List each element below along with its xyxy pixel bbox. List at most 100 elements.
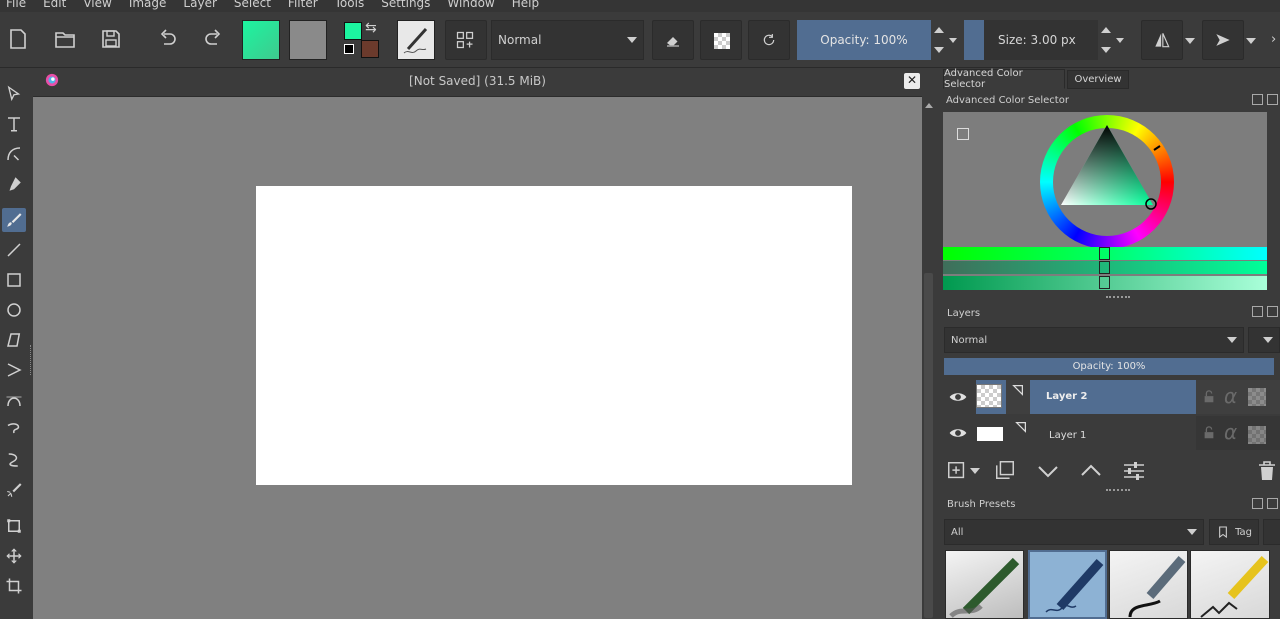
calligraphy-tool[interactable] bbox=[2, 172, 26, 196]
docker-splitter[interactable] bbox=[1106, 489, 1130, 491]
float-docker-icon[interactable] bbox=[1252, 498, 1263, 509]
close-document-button[interactable]: ✕ bbox=[904, 73, 920, 89]
opacity-slider[interactable]: Opacity: 100% bbox=[797, 20, 931, 60]
size-slider[interactable]: Size: 3.00 px bbox=[984, 20, 1098, 60]
eraser-mode-button[interactable] bbox=[652, 20, 694, 60]
bezier-tool[interactable] bbox=[2, 388, 26, 412]
reload-preset-button[interactable] bbox=[748, 20, 790, 60]
move-layer-down-icon[interactable] bbox=[1036, 459, 1060, 483]
brush-tag-filter-dropdown[interactable]: All bbox=[944, 519, 1204, 545]
redo-button[interactable] bbox=[195, 20, 231, 58]
move-tool[interactable] bbox=[2, 544, 26, 568]
size-slider-fill[interactable] bbox=[964, 20, 984, 60]
scrollbar-thumb[interactable] bbox=[924, 273, 933, 618]
reset-colors-icon[interactable] bbox=[344, 44, 354, 54]
tag-button[interactable]: Tag bbox=[1209, 519, 1259, 545]
edit-shapes-tool[interactable] bbox=[2, 142, 26, 166]
brush-preset-marker[interactable] bbox=[1109, 550, 1188, 619]
scroll-up-icon[interactable] bbox=[925, 103, 933, 108]
open-document-button[interactable] bbox=[47, 20, 83, 58]
undo-button[interactable] bbox=[150, 20, 186, 58]
spin-up-icon[interactable] bbox=[1101, 27, 1111, 33]
float-docker-icon[interactable] bbox=[1252, 306, 1263, 317]
spin-down-icon[interactable] bbox=[934, 47, 944, 53]
background-color-swatch[interactable] bbox=[361, 40, 379, 58]
layer-row-layer-2[interactable]: Layer 2 α bbox=[944, 380, 1280, 414]
save-button[interactable] bbox=[93, 20, 129, 58]
layer-blend-mode-dropdown[interactable]: Normal bbox=[944, 327, 1244, 353]
alpha-lock-icon[interactable]: α bbox=[1224, 420, 1237, 444]
layer-row-layer-1[interactable]: Layer 1 α bbox=[944, 416, 1280, 450]
close-docker-icon[interactable] bbox=[1267, 498, 1278, 509]
layer-properties-icon[interactable] bbox=[1014, 420, 1028, 434]
menu-window[interactable]: Window bbox=[439, 0, 503, 12]
brush-settings-button[interactable] bbox=[445, 20, 487, 60]
close-docker-icon[interactable] bbox=[1267, 94, 1278, 105]
layer-name[interactable]: Layer 2 bbox=[1046, 391, 1087, 402]
multibrush-tool[interactable] bbox=[2, 478, 26, 502]
canvas-vertical-scrollbar[interactable] bbox=[922, 97, 935, 619]
menu-select[interactable]: Select bbox=[226, 0, 280, 12]
layer-properties-icon[interactable] bbox=[1011, 383, 1025, 397]
tab-overview[interactable]: Overview bbox=[1067, 70, 1129, 89]
eye-icon[interactable] bbox=[947, 423, 969, 443]
preserve-alpha-button[interactable] bbox=[700, 20, 742, 60]
inherit-alpha-icon[interactable] bbox=[1248, 388, 1266, 406]
text-tool[interactable] bbox=[2, 112, 26, 136]
brush-preset-ink-pen[interactable] bbox=[1028, 550, 1107, 619]
menu-tools[interactable]: Tools bbox=[327, 0, 374, 12]
gradient-preset-button[interactable] bbox=[242, 20, 280, 60]
float-docker-icon[interactable] bbox=[1252, 94, 1263, 105]
layer-properties-sliders-icon[interactable] bbox=[1122, 459, 1146, 483]
menu-help[interactable]: Help bbox=[504, 0, 548, 12]
opacity-spinbox-arrows[interactable] bbox=[932, 20, 946, 60]
duplicate-layer-icon[interactable] bbox=[994, 459, 1016, 481]
ellipse-tool[interactable] bbox=[2, 298, 26, 322]
lock-icon[interactable] bbox=[1202, 426, 1216, 440]
freehand-brush-tool[interactable] bbox=[2, 208, 26, 232]
layer-filter-dropdown[interactable] bbox=[1248, 327, 1280, 353]
inherit-alpha-icon[interactable] bbox=[1248, 426, 1266, 444]
menu-settings[interactable]: Settings bbox=[373, 0, 439, 12]
close-docker-icon[interactable] bbox=[1267, 306, 1278, 317]
opacity-menu-button[interactable] bbox=[949, 38, 957, 43]
freehand-path-tool[interactable] bbox=[2, 418, 26, 442]
new-document-button[interactable] bbox=[0, 20, 36, 58]
add-layer-menu-icon[interactable] bbox=[970, 468, 980, 474]
layer-name[interactable]: Layer 1 bbox=[1049, 430, 1086, 441]
move-layer-up-icon[interactable] bbox=[1079, 459, 1103, 483]
select-shapes-tool[interactable] bbox=[2, 82, 26, 106]
size-menu-button[interactable] bbox=[1116, 38, 1124, 43]
menu-file[interactable]: File bbox=[0, 0, 35, 12]
menu-layer[interactable]: Layer bbox=[175, 0, 225, 12]
menu-filter[interactable]: Filter bbox=[280, 0, 327, 12]
spin-up-icon[interactable] bbox=[934, 27, 944, 33]
blend-mode-dropdown[interactable]: Normal bbox=[491, 20, 644, 60]
crop-tool[interactable] bbox=[2, 574, 26, 598]
tab-advanced-color-selector[interactable]: Advanced Color Selector bbox=[943, 68, 1065, 90]
hue-slider-handle[interactable] bbox=[1099, 247, 1110, 260]
value-slider-handle[interactable] bbox=[1099, 276, 1110, 289]
eye-icon[interactable] bbox=[947, 387, 969, 407]
toolbar-overflow-icon[interactable]: › bbox=[1271, 32, 1276, 47]
trash-icon[interactable] bbox=[1255, 459, 1279, 483]
brush-preset-pen-yellow[interactable] bbox=[1190, 550, 1270, 619]
mirror-horizontal-button[interactable] bbox=[1141, 20, 1183, 60]
rectangle-tool[interactable] bbox=[2, 268, 26, 292]
alpha-lock-icon[interactable]: α bbox=[1224, 384, 1237, 408]
wrap-around-button[interactable] bbox=[1202, 20, 1244, 60]
menu-view[interactable]: View bbox=[75, 0, 120, 12]
brush-preset-pencil[interactable] bbox=[945, 550, 1024, 619]
mirror-menu-button[interactable] bbox=[1185, 38, 1195, 44]
lock-icon[interactable] bbox=[1202, 390, 1216, 404]
color-swatches[interactable]: ⇆ bbox=[341, 20, 383, 60]
brush-preset-button[interactable] bbox=[397, 20, 435, 60]
brush-view-options-button[interactable] bbox=[1263, 519, 1280, 545]
menu-edit[interactable]: Edit bbox=[35, 0, 75, 12]
swap-colors-icon[interactable]: ⇆ bbox=[365, 21, 377, 35]
foreground-color-swatch[interactable] bbox=[344, 22, 362, 40]
saturation-slider-handle[interactable] bbox=[1099, 261, 1110, 274]
add-layer-icon[interactable] bbox=[946, 460, 968, 482]
docker-splitter[interactable] bbox=[1106, 296, 1130, 298]
menu-image[interactable]: Image bbox=[121, 0, 176, 12]
